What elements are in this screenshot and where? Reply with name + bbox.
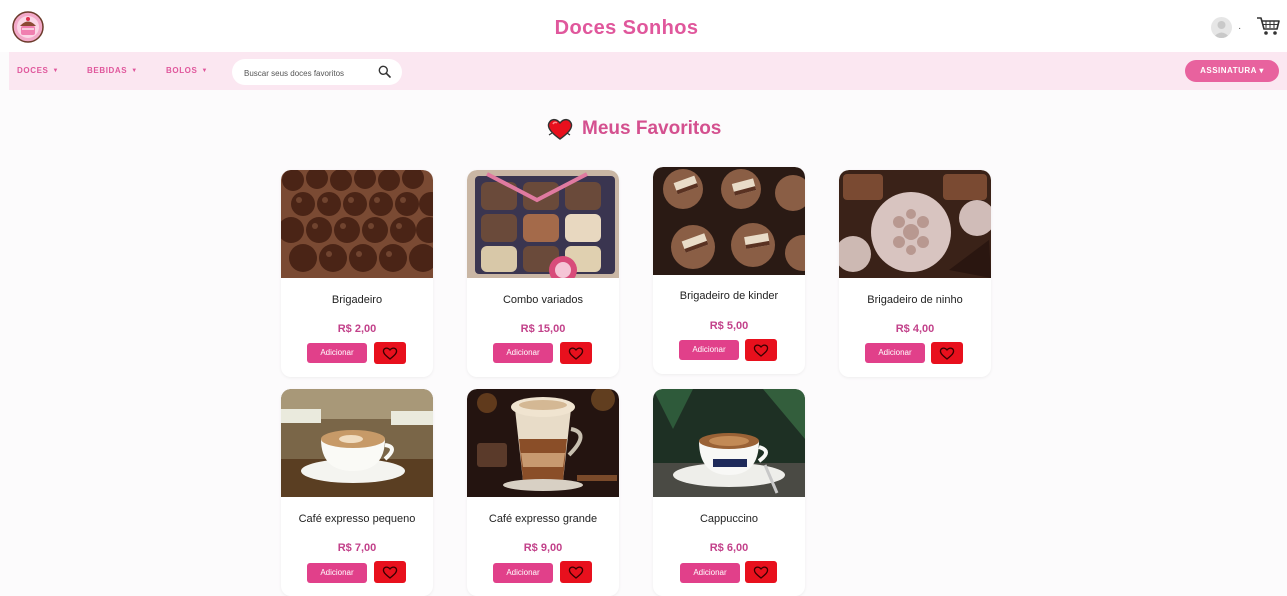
heart-icon bbox=[568, 347, 584, 360]
product-name: Cappuccino bbox=[699, 513, 759, 525]
favorite-button[interactable] bbox=[560, 342, 592, 364]
search-box bbox=[232, 59, 402, 85]
favorite-button[interactable] bbox=[374, 342, 406, 364]
brand-title[interactable]: Doces Sonhos bbox=[0, 17, 1253, 40]
product-name: Brigadeiro de kinder bbox=[679, 290, 779, 302]
cappuccino-photo[interactable] bbox=[653, 389, 805, 497]
product-card: Brigadeiro R$ 2,00 Adicionar bbox=[281, 170, 433, 377]
espresso-large-photo[interactable] bbox=[467, 389, 619, 497]
add-to-cart-button[interactable]: Adicionar bbox=[307, 343, 367, 363]
user-avatar-icon[interactable] bbox=[1211, 17, 1232, 38]
nav-item-label: BEBIDAS bbox=[87, 66, 128, 75]
add-to-cart-button[interactable]: Adicionar bbox=[865, 343, 925, 363]
product-card: Café expresso grande R$ 9,00 Adicionar bbox=[467, 389, 619, 596]
nav-item-bolos[interactable]: BOLOS ▼ bbox=[166, 66, 208, 75]
add-to-cart-button[interactable]: Adicionar bbox=[493, 563, 553, 583]
search-input[interactable] bbox=[242, 62, 376, 84]
product-name: Combo variados bbox=[502, 294, 584, 306]
product-card: Café expresso pequeno R$ 7,00 Adicionar bbox=[281, 389, 433, 596]
chevron-down-icon: ▼ bbox=[201, 68, 208, 74]
top-header: Doces Sonhos · bbox=[0, 0, 1287, 52]
ninho-brigadeiro-photo[interactable] bbox=[839, 170, 991, 278]
add-to-cart-button[interactable]: Adicionar bbox=[493, 343, 553, 363]
product-price: R$ 5,00 bbox=[709, 320, 749, 332]
product-name: Café expresso grande bbox=[488, 513, 598, 525]
product-name: Brigadeiro bbox=[331, 294, 383, 306]
add-to-cart-button[interactable]: Adicionar bbox=[680, 563, 740, 583]
product-card: Brigadeiro de ninho R$ 4,00 Adicionar bbox=[839, 170, 991, 377]
heart-icon bbox=[547, 118, 573, 140]
nav-item-label: DOCES bbox=[17, 66, 49, 75]
espresso-small-photo[interactable] bbox=[281, 389, 433, 497]
product-price: R$ 15,00 bbox=[520, 323, 566, 335]
nav-item-doces[interactable]: DOCES ▼ bbox=[17, 66, 59, 75]
cart-icon[interactable] bbox=[1256, 15, 1281, 37]
add-to-cart-button[interactable]: Adicionar bbox=[307, 563, 367, 583]
nav-item-bebidas[interactable]: BEBIDAS ▼ bbox=[87, 66, 138, 75]
favorite-button[interactable] bbox=[374, 561, 406, 583]
heart-icon bbox=[568, 566, 584, 579]
heart-icon bbox=[753, 344, 769, 357]
product-price: R$ 2,00 bbox=[337, 323, 377, 335]
kinder-brigadeiro-photo[interactable] bbox=[653, 167, 805, 275]
product-card: Brigadeiro de kinder R$ 5,00 Adicionar bbox=[653, 167, 805, 374]
product-price: R$ 7,00 bbox=[337, 542, 377, 554]
brigadeiro-photo[interactable] bbox=[281, 170, 433, 278]
add-to-cart-button[interactable]: Adicionar bbox=[679, 340, 739, 360]
chevron-down-icon: ▼ bbox=[52, 68, 59, 74]
combo-box-photo[interactable] bbox=[467, 170, 619, 278]
product-card: Combo variados R$ 15,00 Adicionar bbox=[467, 170, 619, 377]
product-price: R$ 4,00 bbox=[895, 323, 935, 335]
product-name: Brigadeiro de ninho bbox=[867, 294, 963, 306]
product-name: Café expresso pequeno bbox=[298, 513, 416, 525]
favorite-button[interactable] bbox=[560, 561, 592, 583]
product-price: R$ 9,00 bbox=[523, 542, 563, 554]
subscription-button[interactable]: ASSINATURA ▾ bbox=[1185, 60, 1279, 82]
heart-icon bbox=[382, 566, 398, 579]
favorite-button[interactable] bbox=[745, 339, 777, 361]
product-card: Cappuccino R$ 6,00 Adicionar bbox=[653, 389, 805, 596]
chevron-down-icon: ▼ bbox=[131, 68, 138, 74]
nav-item-label: BOLOS bbox=[166, 66, 198, 75]
favorite-button[interactable] bbox=[931, 342, 963, 364]
heart-icon bbox=[382, 347, 398, 360]
user-menu-caret[interactable]: · bbox=[1238, 23, 1241, 34]
favorite-button[interactable] bbox=[745, 561, 777, 583]
search-icon[interactable] bbox=[378, 65, 391, 78]
heart-icon bbox=[939, 347, 955, 360]
heart-icon bbox=[753, 566, 769, 579]
page-title-text: Meus Favoritos bbox=[582, 118, 722, 139]
product-price: R$ 6,00 bbox=[709, 542, 749, 554]
